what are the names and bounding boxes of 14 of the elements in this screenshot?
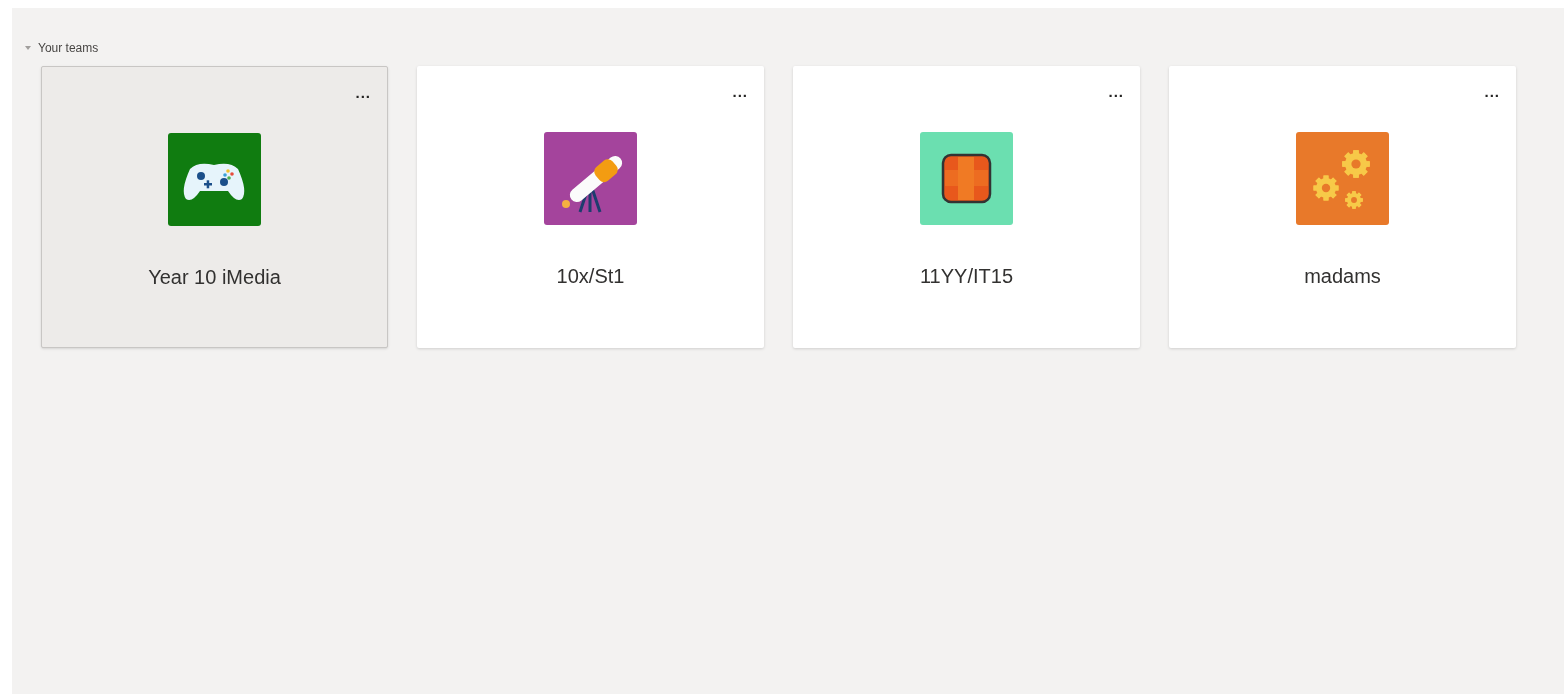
team-card[interactable]: ... madams — [1169, 66, 1516, 348]
caret-icon[interactable] — [24, 44, 32, 52]
team-card[interactable]: ... 11YY/IT15 — [793, 66, 1140, 348]
more-options-button[interactable]: ... — [355, 85, 371, 100]
team-name: 10x/St1 — [556, 264, 625, 289]
team-name: Year 10 iMedia — [148, 265, 281, 290]
more-options-button[interactable]: ... — [732, 84, 748, 99]
more-options-button[interactable]: ... — [1108, 84, 1124, 99]
more-options-button[interactable]: ... — [1484, 84, 1500, 99]
section-title: Your teams — [38, 40, 99, 57]
team-card[interactable]: ... 10x/St1 — [417, 66, 764, 348]
team-name: 11YY/IT15 — [920, 264, 1013, 289]
team-name: madams — [1304, 264, 1381, 289]
team-card[interactable]: ... Year 10 iMedia — [41, 66, 388, 348]
